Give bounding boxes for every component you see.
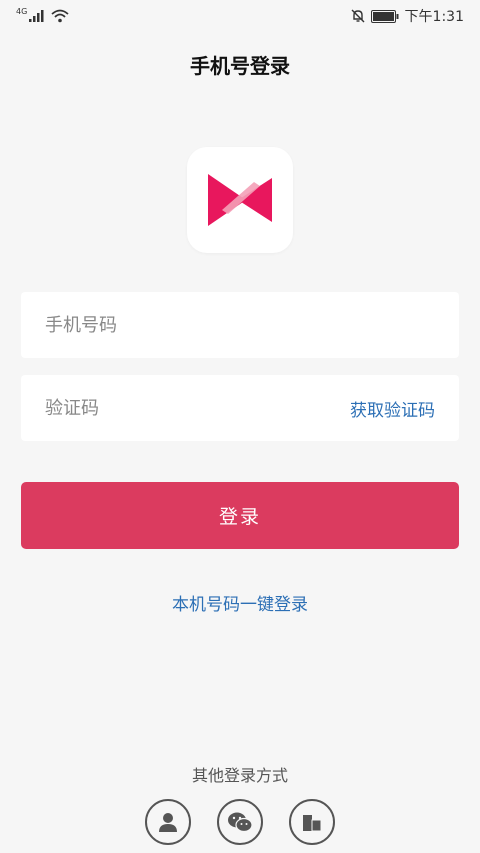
user-login-button[interactable]	[145, 799, 191, 845]
building-login-button[interactable]	[289, 799, 335, 845]
other-login-title: 其他登录方式	[191, 766, 288, 785]
app-logo-icon	[208, 174, 272, 226]
user-icon	[159, 813, 177, 832]
onekey-login-link[interactable]: 本机号码一键登录	[0, 590, 480, 615]
login-button[interactable]: 登录	[21, 482, 459, 549]
status-bar-left: 4G	[16, 6, 69, 23]
building-icon	[303, 815, 322, 832]
get-code-button[interactable]: 获取验证码	[350, 396, 435, 421]
battery-icon	[370, 9, 399, 23]
phone-field[interactable]	[21, 292, 459, 358]
page-title: 手机号登录	[190, 54, 290, 78]
bell-muted-icon	[351, 9, 365, 23]
signal-icon	[29, 10, 44, 22]
status-bar-right: 下午1:31	[351, 6, 464, 26]
status-bar: 4G 下午1:31	[0, 0, 480, 32]
code-field[interactable]: 获取验证码	[21, 375, 459, 441]
code-input[interactable]	[43, 396, 307, 420]
wifi-icon	[51, 9, 69, 23]
network-type: 4G	[16, 6, 28, 16]
phone-input[interactable]	[43, 313, 307, 337]
app-logo	[187, 147, 293, 253]
wechat-login-button[interactable]	[217, 799, 263, 845]
wechat-icon	[228, 812, 253, 833]
status-time: 下午1:31	[404, 9, 464, 25]
other-login-methods	[0, 799, 480, 845]
